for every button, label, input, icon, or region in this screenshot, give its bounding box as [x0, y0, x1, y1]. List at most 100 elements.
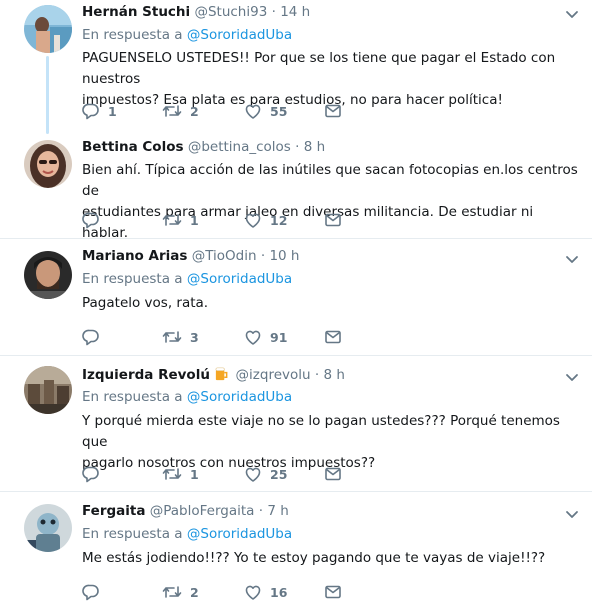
timestamp[interactable]: 8 h — [323, 367, 344, 383]
tweet-text: Me estás jodiendo!!?? Yo te estoy pagand… — [82, 550, 546, 566]
direct-message-icon — [325, 213, 341, 227]
reply-context: En respuesta a @SororidadUba — [82, 389, 292, 405]
avatar[interactable] — [24, 5, 72, 53]
separator-dot: · — [271, 4, 276, 20]
like-icon — [245, 330, 261, 345]
reply-button[interactable] — [82, 464, 108, 484]
tweet-divider — [0, 491, 592, 492]
separator-dot: · — [258, 503, 264, 519]
timestamp[interactable]: 10 h — [269, 248, 299, 264]
reply-icon — [82, 466, 99, 483]
retweet-button[interactable]: 1 — [162, 210, 199, 230]
separator-dot: · — [260, 248, 266, 264]
reply-prefix: En respuesta a — [82, 389, 183, 405]
tweet-divider — [0, 238, 592, 239]
tweet-header: Bettina Colos @bettina_colos · 8 h — [82, 139, 325, 155]
like-button[interactable]: 55 — [244, 101, 287, 121]
reply-context: En respuesta a @SororidadUba — [82, 271, 292, 287]
tweet-text: Bien ahí. Típica acción de las inútiles … — [82, 162, 578, 241]
display-name[interactable]: Fergaita — [82, 503, 145, 519]
like-icon — [245, 213, 261, 228]
reply-button[interactable] — [82, 327, 108, 347]
retweet-button[interactable]: 1 — [162, 464, 199, 484]
user-handle[interactable]: @bettina_colos — [188, 139, 291, 155]
reply-button[interactable] — [82, 210, 108, 230]
separator-dot: · — [295, 139, 300, 155]
like-button[interactable]: 25 — [244, 464, 287, 484]
direct-message-button[interactable] — [324, 582, 342, 602]
reply-mention-link[interactable]: @SororidadUba — [187, 389, 292, 405]
beer-emoji-icon — [215, 367, 228, 381]
reply-prefix: En respuesta a — [82, 271, 183, 287]
chevron-down-icon[interactable] — [564, 6, 580, 22]
reply-icon — [82, 329, 99, 346]
avatar[interactable] — [24, 140, 72, 188]
reply-prefix: En respuesta a — [82, 27, 183, 43]
like-count: 55 — [270, 103, 288, 119]
tweet-text: Pagatelo vos, rata. — [82, 295, 209, 311]
direct-message-icon — [325, 330, 341, 344]
avatar[interactable] — [24, 366, 72, 414]
direct-message-icon — [325, 104, 341, 118]
display-name[interactable]: Hernán Stuchi — [82, 4, 190, 20]
reply-mention-link[interactable]: @SororidadUba — [187, 526, 292, 542]
like-count: 91 — [270, 329, 288, 345]
avatar[interactable] — [24, 504, 72, 552]
timestamp[interactable]: 14 h — [280, 4, 310, 20]
direct-message-button[interactable] — [324, 210, 342, 230]
reply-button[interactable] — [82, 582, 108, 602]
direct-message-button[interactable] — [324, 464, 342, 484]
display-name[interactable]: Mariano Arias — [82, 248, 187, 264]
retweet-count: 2 — [190, 584, 199, 600]
reply-button[interactable]: 1 — [82, 101, 117, 121]
tweet-header: Fergaita @PabloFergaita · 7 h — [82, 503, 289, 519]
user-handle[interactable]: @TioOdin — [192, 248, 257, 264]
chevron-down-icon[interactable] — [564, 369, 580, 385]
retweet-button[interactable]: 3 — [162, 327, 199, 347]
retweet-button[interactable]: 2 — [162, 101, 199, 121]
like-count: 12 — [270, 212, 288, 228]
direct-message-button[interactable] — [324, 327, 342, 347]
reply-mention-link[interactable]: @SororidadUba — [187, 271, 292, 287]
reply-mention-link[interactable]: @SororidadUba — [187, 27, 292, 43]
reply-icon — [82, 103, 99, 120]
retweet-count: 1 — [190, 466, 199, 482]
user-handle[interactable]: @Stuchi93 — [194, 4, 267, 20]
retweet-count: 3 — [190, 329, 199, 345]
chevron-down-icon[interactable] — [564, 506, 580, 522]
separator-dot: · — [314, 367, 320, 383]
like-icon — [245, 467, 261, 482]
retweet-button[interactable]: 2 — [162, 582, 199, 602]
like-count: 25 — [270, 466, 288, 482]
reply-icon — [82, 212, 99, 229]
user-handle[interactable]: @izqrevolu — [236, 367, 311, 383]
retweet-icon — [162, 468, 182, 480]
retweet-count: 1 — [190, 212, 199, 228]
chevron-down-icon[interactable] — [564, 251, 580, 267]
reply-count: 1 — [108, 103, 117, 119]
retweet-icon — [162, 331, 182, 343]
like-button[interactable]: 16 — [244, 582, 287, 602]
like-icon — [245, 585, 261, 600]
tweet-header: Hernán Stuchi @Stuchi93 · 14 h — [82, 4, 310, 20]
reply-context: En respuesta a @SororidadUba — [82, 27, 292, 43]
tweet-header: Mariano Arias @TioOdin · 10 h — [82, 248, 299, 264]
like-button[interactable]: 12 — [244, 210, 287, 230]
tweet-header: Izquierda Revolú @izqrevolu · 8 h — [82, 366, 345, 383]
timestamp[interactable]: 7 h — [267, 503, 288, 519]
retweet-icon — [162, 586, 182, 598]
display-name[interactable]: Izquierda Revolú — [82, 367, 210, 383]
thread-line — [46, 56, 49, 134]
retweet-icon — [162, 214, 182, 226]
timestamp[interactable]: 8 h — [304, 139, 325, 155]
reply-prefix: En respuesta a — [82, 526, 183, 542]
like-button[interactable]: 91 — [244, 327, 287, 347]
direct-message-button[interactable] — [324, 101, 342, 121]
avatar[interactable] — [24, 251, 72, 299]
direct-message-icon — [325, 585, 341, 599]
user-handle[interactable]: @PabloFergaita — [150, 503, 255, 519]
direct-message-icon — [325, 467, 341, 481]
reply-icon — [82, 584, 99, 601]
display-name[interactable]: Bettina Colos — [82, 139, 184, 155]
retweet-icon — [162, 105, 182, 117]
